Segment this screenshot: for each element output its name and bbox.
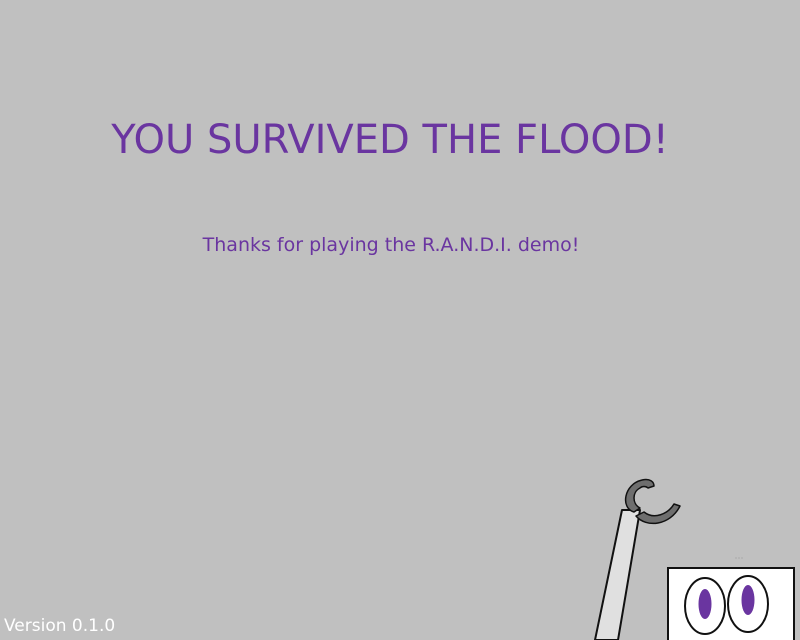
end-screen: YOU SURVIVED THE FLOOD! Thanks for playi… xyxy=(0,0,800,640)
version-label: Version 0.1.0 xyxy=(4,616,116,636)
robot-character xyxy=(594,478,795,640)
left-pupil xyxy=(698,589,712,619)
robot-arm xyxy=(594,509,641,640)
thanks-message: Thanks for playing the R.A.N.D.I. demo! xyxy=(202,234,580,256)
right-pupil xyxy=(741,585,755,615)
victory-title: YOU SURVIVED THE FLOOD! xyxy=(111,117,669,163)
